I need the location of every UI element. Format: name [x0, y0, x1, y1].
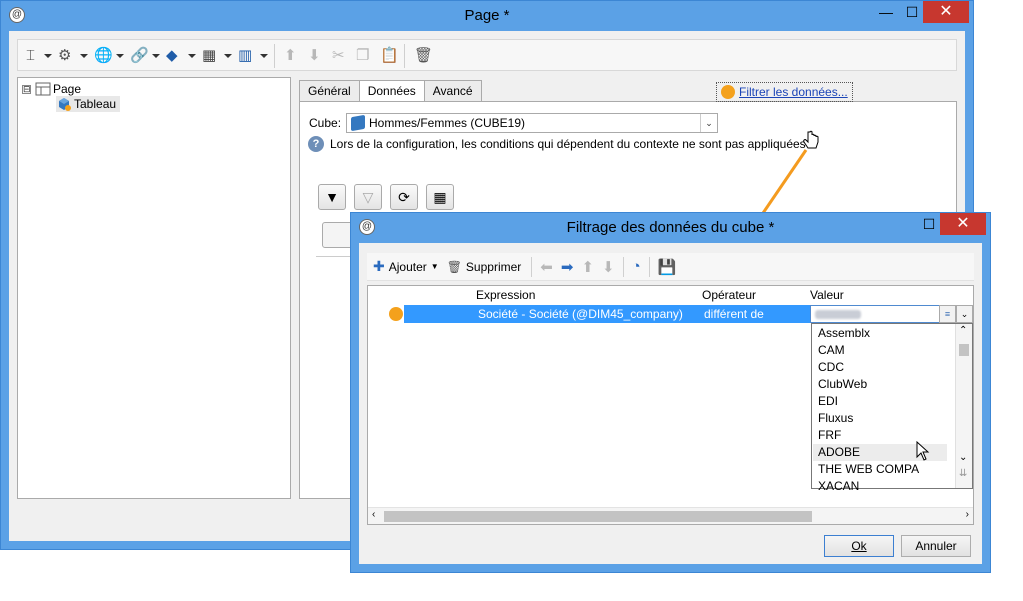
dropdown-option[interactable]: EDI: [818, 393, 838, 410]
chevron-right-icon[interactable]: ›: [966, 509, 969, 520]
add-condition-icon[interactable]: ✚: [373, 258, 385, 275]
value-input[interactable]: [810, 305, 940, 323]
toolbar-separator: [648, 256, 650, 277]
grid-horizontal-scrollbar[interactable]: ‹ ›: [368, 507, 973, 524]
dropdown-option[interactable]: Assemblx: [818, 325, 870, 342]
row-expression: Société - Société (@DIM45_company): [478, 307, 683, 321]
scroll-end-icon[interactable]: ⇊: [959, 468, 967, 479]
toolbar-separator: [622, 256, 624, 277]
dropdown-option[interactable]: Fluxus: [818, 410, 853, 427]
column-header-operator[interactable]: Opérateur: [702, 288, 756, 302]
arrow-left-icon[interactable]: ⬅: [540, 258, 553, 276]
dialog-titlebar[interactable]: @ Filtrage des données du cube * ☐ ✕: [351, 213, 990, 243]
dialog-close-button[interactable]: ✕: [940, 213, 986, 235]
dropdown-option[interactable]: FRF: [818, 427, 841, 444]
conditions-grid: Expression Opérateur Valeur Société - So…: [367, 285, 974, 525]
chevron-up-icon[interactable]: ⌃: [959, 325, 967, 336]
cancel-button[interactable]: Annuler: [901, 535, 971, 557]
chevron-down-icon[interactable]: ⌄: [959, 452, 967, 463]
dropdown-option[interactable]: ClubWeb: [818, 376, 867, 393]
value-dropdown-list: Assemblx CAM CDC ClubWeb EDI Fluxus FRF …: [811, 323, 973, 493]
column-header-value[interactable]: Valeur: [810, 288, 844, 302]
dialog-toolbar: ✚ Ajouter ▼ 🗑 Supprimer ⬅ ➡ ⬆ ⬇ ◔ 💾: [367, 253, 974, 281]
dropdown-scrollbar[interactable]: ⌃ ⌄ ⇊: [955, 324, 972, 488]
dialog-title: Filtrage des données du cube *: [566, 219, 775, 236]
dropdown-option[interactable]: CAM: [818, 342, 845, 359]
filter-dialog: @ Filtrage des données du cube * ☐ ✕ ✚ A…: [350, 212, 991, 573]
redacted-value: [815, 310, 861, 319]
column-header-expression[interactable]: Expression: [476, 288, 535, 302]
ok-button[interactable]: Ok: [824, 535, 894, 557]
dropdown-option[interactable]: XACAN: [818, 478, 859, 495]
distribution-icon[interactable]: ◔: [632, 258, 641, 275]
ok-button-label: Ok: [851, 539, 867, 553]
scrollbar-thumb[interactable]: [959, 344, 969, 356]
cancel-button-label: Annuler: [915, 539, 957, 553]
dropdown-option[interactable]: THE WEB COMPA: [818, 461, 919, 478]
chevron-down-icon[interactable]: ⌄: [956, 305, 973, 323]
scrollbar-thumb[interactable]: [384, 511, 812, 522]
chevron-down-icon[interactable]: ▼: [431, 262, 439, 271]
arrow-right-icon[interactable]: ➡: [561, 258, 574, 276]
arrow-up-icon[interactable]: ⬆: [581, 258, 594, 276]
chevron-left-icon[interactable]: ‹: [372, 509, 375, 520]
condition-row[interactable]: Société - Société (@DIM45_company) diffé…: [404, 305, 810, 323]
add-button[interactable]: Ajouter: [389, 260, 427, 274]
delete-button[interactable]: Supprimer: [466, 260, 521, 274]
save-icon[interactable]: 💾: [658, 258, 677, 276]
dropdown-option[interactable]: CDC: [818, 359, 844, 376]
arrow-down-icon[interactable]: ⬇: [602, 258, 615, 276]
value-picker-button[interactable]: ≡: [939, 305, 956, 323]
toolbar-separator: [531, 256, 533, 277]
row-operator: différent de: [704, 307, 764, 321]
trash-icon[interactable]: 🗑: [447, 260, 462, 274]
dialog-client: ✚ Ajouter ▼ 🗑 Supprimer ⬅ ➡ ⬆ ⬇ ◔ 💾 Expr…: [359, 243, 982, 564]
status-dot-icon: [389, 307, 403, 321]
mouse-pointer-icon: [916, 441, 930, 461]
